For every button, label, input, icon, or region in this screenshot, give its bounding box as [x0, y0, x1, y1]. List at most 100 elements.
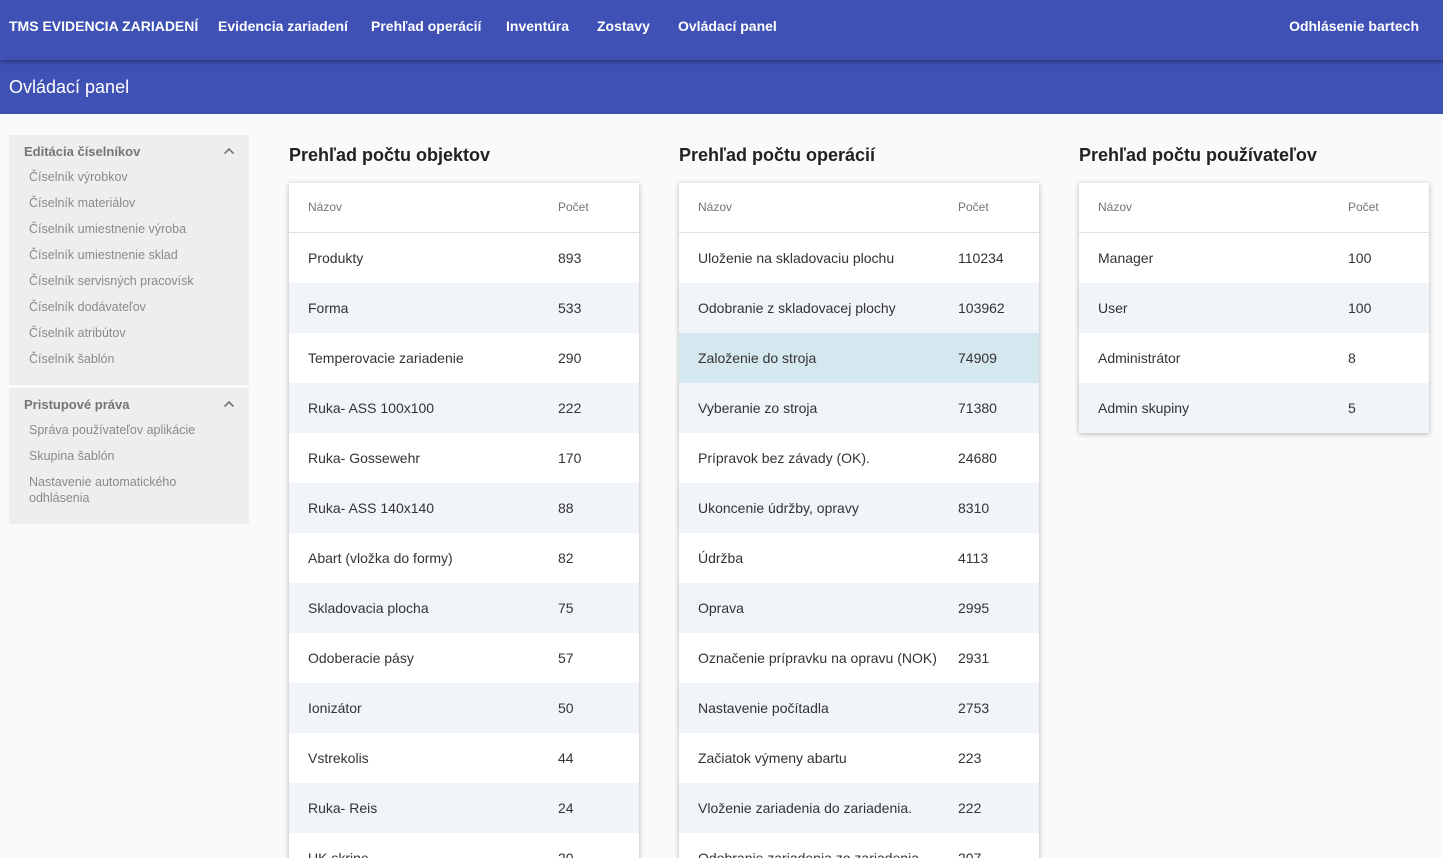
table-row[interactable]: Oprava 2995 [679, 583, 1039, 633]
sidebar-item-ciselnik-atributov[interactable]: Číselník atribútov [9, 325, 249, 341]
table-row[interactable]: Uloženie na skladovaciu plochu 110234 [679, 233, 1039, 283]
cell-count: 2931 [958, 650, 990, 666]
table-row[interactable]: Údržba 4113 [679, 533, 1039, 583]
table-row[interactable]: Skladovacia plocha 75 [289, 583, 639, 633]
cell-name: Začiatok výmeny abartu [698, 750, 847, 766]
sidebar-item-ciselnik-umiestnenie-sklad[interactable]: Číselník umiestnenie sklad [9, 247, 249, 263]
column-header-pocet[interactable]: Počet [558, 200, 589, 214]
cell-count: 893 [558, 250, 582, 266]
table-row[interactable]: Vyberanie zo stroja 71380 [679, 383, 1039, 433]
cell-count: 110234 [958, 250, 1004, 266]
table-row[interactable]: Začiatok výmeny abartu 223 [679, 733, 1039, 783]
sidebar: Editácia číselníkov Číselník výrobkov Čí… [9, 135, 249, 527]
nav-inventura[interactable]: Inventúra [506, 18, 569, 34]
sidebar-item-ciselnik-vyrobkov[interactable]: Číselník výrobkov [9, 169, 249, 185]
table-row[interactable]: Administrátor 8 [1079, 333, 1429, 383]
nav-prehlad-operacii[interactable]: Prehľad operácií [371, 18, 481, 34]
cell-count: 2753 [958, 700, 990, 716]
panel-operacie: Prehľad počtu operácií Názov Počet Ulože… [679, 135, 1039, 858]
table-row[interactable]: Vstrekolis 44 [289, 733, 639, 783]
sidebar-item-ciselnik-umiestnenie-vyroba[interactable]: Číselník umiestnenie výroba [9, 221, 249, 237]
cell-name: Ruka- ASS 140x140 [308, 500, 435, 516]
nav-ovladaci-panel[interactable]: Ovládací panel [678, 18, 777, 34]
table-row[interactable]: Manager 100 [1079, 233, 1429, 283]
accordion-title: Pristupové práva [24, 397, 130, 412]
table-card: Názov Počet Uloženie na skladovaciu ploc… [679, 183, 1039, 858]
cell-name: Oprava [698, 600, 744, 616]
cell-name: Administrátor [1098, 350, 1181, 366]
table-row[interactable]: User 100 [1079, 283, 1429, 333]
column-header-nazov[interactable]: Názov [698, 200, 732, 214]
table-row[interactable]: Temperovacie zariadenie 290 [289, 333, 639, 383]
top-navbar: TMS EVIDENCIA ZARIADENÍ Evidencia zariad… [0, 0, 1443, 60]
cell-name: Ruka- Reis [308, 800, 378, 816]
column-header-nazov[interactable]: Názov [308, 200, 342, 214]
sidebar-item-skupina-sablon[interactable]: Skupina šablón [9, 448, 249, 464]
cell-name: Odobranie zariadenia zo zariadenia [698, 850, 920, 858]
app-brand[interactable]: TMS EVIDENCIA ZARIADENÍ [9, 18, 198, 34]
table-row[interactable]: Produkty 893 [289, 233, 639, 283]
page-title: Ovládací panel [9, 77, 130, 97]
cell-name: Forma [308, 300, 349, 316]
cell-count: 207 [958, 850, 982, 858]
accordion-editacia-ciselnikov: Editácia číselníkov Číselník výrobkov Čí… [9, 135, 249, 385]
cell-name: Ruka- Gossewehr [308, 450, 421, 466]
cell-name: Vstrekolis [308, 750, 369, 766]
sidebar-item-sprava-pouzivatelov[interactable]: Správa používateľov aplikácie [9, 422, 249, 438]
table-header: Názov Počet [1079, 183, 1429, 233]
table-row[interactable]: Admin skupiny 5 [1079, 383, 1429, 433]
table-card: Názov Počet Produkty 893 Forma 533 Tempero… [289, 183, 639, 858]
panel-objekty: Prehľad počtu objektov Názov Počet Produ… [289, 135, 639, 858]
table-row[interactable]: Ruka- Reis 24 [289, 783, 639, 833]
table-row[interactable]: Ruka- ASS 100x100 222 [289, 383, 639, 433]
cell-name: Manager [1098, 250, 1154, 266]
accordion-header-pristupove[interactable]: Pristupové práva [9, 388, 249, 422]
cell-name: Odobranie z skladovacej plochy [698, 300, 896, 316]
cell-count: 24680 [958, 450, 997, 466]
column-header-nazov[interactable]: Názov [1098, 200, 1132, 214]
chevron-up-icon[interactable] [223, 400, 235, 408]
table-row[interactable]: Odoberacie pásy 57 [289, 633, 639, 683]
cell-name: Vloženie zariadenia do zariadenia. [698, 800, 913, 816]
logout-link[interactable]: Odhlásenie bartech [1289, 18, 1419, 34]
table-row[interactable]: Odobranie zariadenia zo zariadenia 207 [679, 833, 1039, 858]
table-row[interactable]: Označenie prípravku na opravu (NOK) 2931 [679, 633, 1039, 683]
table-row[interactable]: Ruka- ASS 140x140 88 [289, 483, 639, 533]
table-row[interactable]: Abart (vložka do formy) 82 [289, 533, 639, 583]
nav-zostavy[interactable]: Zostavy [597, 18, 650, 34]
table-card: Názov Počet Manager 100 User 100 Administr… [1079, 183, 1429, 433]
cell-count: 103962 [958, 300, 1005, 316]
sidebar-item-ciselnik-dodavatelov[interactable]: Číselník dodávateľov [9, 299, 249, 315]
cell-count: 100 [1348, 250, 1372, 266]
cell-count: 4113 [958, 550, 989, 566]
table-row[interactable]: UK skrine 20 [289, 833, 639, 858]
column-header-pocet[interactable]: Počet [958, 200, 989, 214]
table-row[interactable]: Vloženie zariadenia do zariadenia. 222 [679, 783, 1039, 833]
table-body: Manager 100 User 100 Administrátor 8 Admin … [1079, 233, 1429, 433]
sidebar-item-ciselnik-sablon[interactable]: Číselník šablón [9, 351, 249, 367]
cell-name: Ruka- ASS 100x100 [308, 400, 435, 416]
cell-count: 44 [558, 750, 574, 766]
sidebar-item-nastavenie-odhlasenia[interactable]: Nastavenie automatického odhlásenia [9, 474, 249, 506]
nav-evidencia-zariadeni[interactable]: Evidencia zariadení [218, 18, 348, 34]
cell-name: Údržba [698, 550, 744, 566]
table-row[interactable]: Nastavenie počítadla 2753 [679, 683, 1039, 733]
accordion-pristupove-prava: Pristupové práva Správa používateľov apl… [9, 388, 249, 524]
table-row[interactable]: Prípravok bez závady (OK). 24680 [679, 433, 1039, 483]
sidebar-item-ciselnik-servisnych-pracovisk[interactable]: Číselník servisných pracovísk [9, 273, 249, 289]
column-header-pocet[interactable]: Počet [1348, 200, 1379, 214]
chevron-up-icon[interactable] [223, 147, 235, 155]
table-row-highlighted[interactable]: Založenie do stroja 74909 [679, 333, 1039, 383]
table-row[interactable]: Ukoncenie údržby, opravy 8310 [679, 483, 1039, 533]
cell-count: 75 [558, 600, 574, 616]
table-row[interactable]: Odobranie z skladovacej plochy 103962 [679, 283, 1039, 333]
sidebar-item-ciselnik-materialov[interactable]: Číselník materiálov [9, 195, 249, 211]
cell-name: Produkty [308, 250, 364, 266]
cell-count: 74909 [958, 350, 997, 366]
table-row[interactable]: Ruka- Gossewehr 170 [289, 433, 639, 483]
cell-count: 88 [558, 500, 574, 516]
accordion-header-editacia[interactable]: Editácia číselníkov [9, 135, 249, 169]
table-row[interactable]: Ionizátor 50 [289, 683, 639, 733]
table-row[interactable]: Forma 533 [289, 283, 639, 333]
cell-name: Odoberacie pásy [308, 650, 414, 666]
